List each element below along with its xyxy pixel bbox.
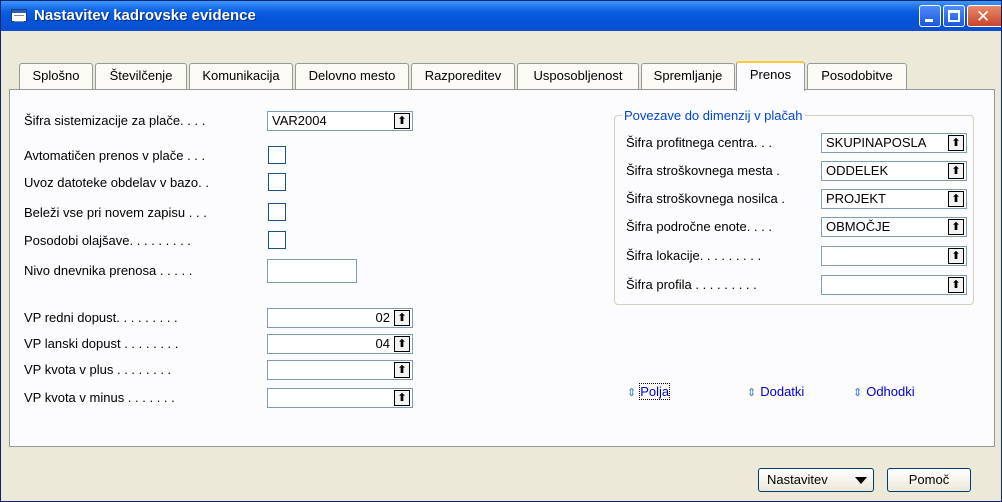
dodatki-link[interactable]: ⇕ Dodatki — [747, 384, 804, 399]
uvoz-checkbox[interactable] — [268, 173, 286, 191]
nivo-label: Nivo dnevnika prenosa . . . . . — [24, 263, 193, 278]
dimensions-group-title: Povezave do dimenzij v plačah — [622, 108, 805, 123]
link-arrows-icon: ⇕ — [747, 387, 757, 399]
link-arrows-icon: ⇕ — [627, 387, 637, 399]
belezi-checkbox[interactable] — [268, 203, 286, 221]
sistemizacija-field[interactable]: VAR2004 ⬆ — [267, 111, 413, 131]
maximize-button[interactable] — [943, 5, 965, 27]
tab-posodobitve[interactable]: Posodobitve — [807, 63, 907, 89]
strosk-nosilec-label: Šifra stroškovnega nosilca . — [626, 191, 785, 206]
belezi-label: Beleži vse pri novem zapisu . . . — [24, 205, 207, 220]
lokacija-label: Šifra lokacije. . . . . . . . . — [626, 248, 762, 263]
avtomaticen-label: Avtomatičen prenos v plače . . . — [24, 148, 206, 163]
profitni-center-value: SKUPINAPOSLA — [826, 135, 927, 150]
posodobi-checkbox[interactable] — [268, 231, 286, 249]
uvoz-label: Uvoz datoteke obdelav v bazo. . — [24, 175, 210, 190]
window-title: Nastavitev kadrovske evidence — [34, 7, 256, 24]
arrow-up-icon[interactable]: ⬆ — [948, 219, 964, 235]
odhodki-label: Odhodki — [866, 384, 915, 399]
polja-label: Polja — [639, 383, 671, 400]
avtomaticen-checkbox[interactable] — [268, 146, 286, 164]
tab-prenos[interactable]: Prenos — [736, 61, 805, 91]
tab-razporeditev[interactable]: Razporeditev — [411, 63, 515, 89]
close-button[interactable]: ✕ — [967, 5, 1001, 27]
dodatki-label: Dodatki — [760, 384, 805, 399]
redni-label: VP redni dopust. . . . . . . . . — [24, 310, 178, 325]
tab-komunikacija[interactable]: Komunikacija — [189, 63, 293, 89]
redni-field[interactable]: 02 ⬆ — [267, 308, 413, 328]
profitni-center-label: Šifra profitnega centra. . . — [626, 135, 772, 150]
strosk-nosilec-value: PROJEKT — [826, 191, 886, 206]
arrow-up-icon[interactable]: ⬆ — [948, 135, 964, 151]
posodobi-label: Posodobi olajšave. . . . . . . . . — [24, 233, 191, 248]
main-window: Nastavitev kadrovske evidence ✕ Splošno … — [0, 0, 1002, 502]
arrow-up-icon[interactable]: ⬆ — [948, 248, 964, 264]
lokacija-field[interactable]: ⬆ — [821, 246, 967, 266]
profil-field[interactable]: ⬆ — [821, 275, 967, 295]
lanski-field[interactable]: 04 ⬆ — [267, 334, 413, 354]
redni-value: 02 — [375, 310, 390, 325]
tab-stevilcenje[interactable]: Številčenje — [95, 63, 187, 89]
pomoc-button[interactable]: Pomoč — [887, 468, 971, 492]
plus-field[interactable]: ⬆ — [267, 360, 413, 380]
minus-field[interactable]: ⬆ — [267, 388, 413, 408]
strosk-mesto-field[interactable]: ODDELEK ⬆ — [821, 161, 967, 181]
profil-label: Šifra profila . . . . . . . . . — [626, 277, 757, 292]
arrow-up-icon[interactable]: ⬆ — [948, 191, 964, 207]
polja-link[interactable]: ⇕ Polja — [627, 383, 671, 400]
strosk-mesto-label: Šifra stroškovnega mesta . — [626, 163, 780, 178]
podrocna-enota-label: Šifra področne enote. . . . — [626, 219, 772, 234]
arrow-up-icon[interactable]: ⬆ — [394, 390, 410, 406]
arrow-up-icon[interactable]: ⬆ — [394, 336, 410, 352]
tab-usposobljenost[interactable]: Usposobljenost — [517, 63, 639, 89]
minimize-button[interactable] — [919, 5, 941, 27]
arrow-up-icon[interactable]: ⬆ — [394, 362, 410, 378]
arrow-up-icon[interactable]: ⬆ — [394, 310, 410, 326]
sistemizacija-value: VAR2004 — [272, 113, 327, 128]
tab-splosno[interactable]: Splošno — [19, 63, 93, 89]
nastavitev-label: Nastavitev — [767, 472, 828, 487]
nivo-field[interactable] — [267, 259, 357, 283]
title-bar[interactable]: Nastavitev kadrovske evidence ✕ — [1, 1, 1001, 31]
chevron-down-icon — [855, 477, 867, 484]
nastavitev-button[interactable]: Nastavitev — [758, 468, 874, 492]
sistemizacija-label: Šifra sistemizacije za plače. . . . — [24, 113, 206, 128]
minus-label: VP kvota v minus . . . . . . . — [24, 390, 175, 405]
strosk-mesto-value: ODDELEK — [826, 163, 889, 178]
podrocna-enota-value: OBMOČJE — [826, 219, 891, 234]
odhodki-link[interactable]: ⇕ Odhodki — [853, 384, 915, 399]
maximize-icon — [948, 10, 960, 22]
app-icon — [11, 9, 27, 22]
lanski-value: 04 — [375, 336, 390, 351]
tab-spremljanje[interactable]: Spremljanje — [641, 63, 735, 89]
tab-delovno-mesto[interactable]: Delovno mesto — [295, 63, 409, 89]
profitni-center-field[interactable]: SKUPINAPOSLA ⬆ — [821, 133, 967, 153]
minimize-icon — [925, 19, 933, 22]
podrocna-enota-field[interactable]: OBMOČJE ⬆ — [821, 217, 967, 237]
link-arrows-icon: ⇕ — [853, 387, 863, 399]
arrow-up-icon[interactable]: ⬆ — [948, 163, 964, 179]
arrow-up-icon[interactable]: ⬆ — [394, 113, 410, 129]
plus-label: VP kvota v plus . . . . . . . . — [24, 362, 172, 377]
strosk-nosilec-field[interactable]: PROJEKT ⬆ — [821, 189, 967, 209]
close-icon: ✕ — [976, 7, 991, 27]
arrow-up-icon[interactable]: ⬆ — [948, 277, 964, 293]
lanski-label: VP lanski dopust . . . . . . . . — [24, 336, 179, 351]
